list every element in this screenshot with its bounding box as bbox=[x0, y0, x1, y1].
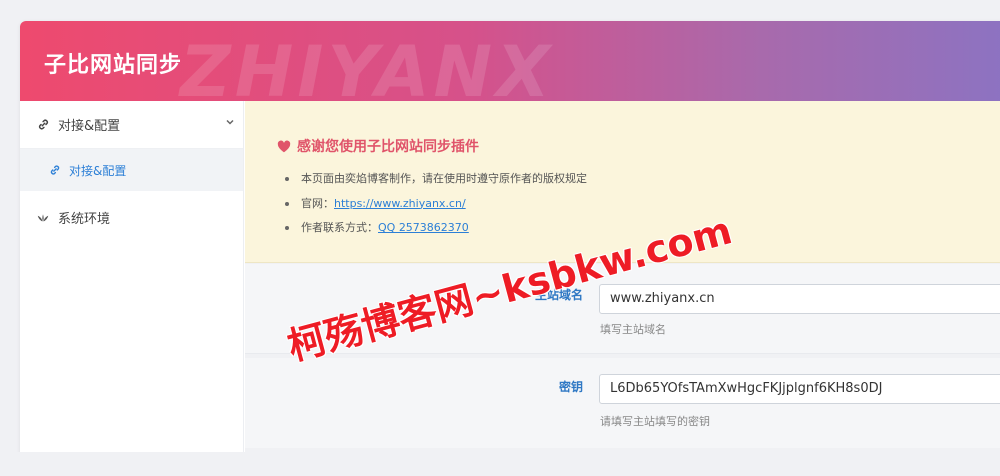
notice-list: 本页面由奕焰博客制作，请在使用时遵守原作者的版权规定 官网： https://w… bbox=[285, 171, 587, 245]
domain-hint: 填写主站域名 bbox=[600, 323, 666, 336]
plugin-panel: ZHIYANX 子比网站同步 对接&配置 对接&配置 系统环境 感谢您使用子比网… bbox=[20, 21, 1000, 461]
sidebar-item-system-env[interactable]: 系统环境 bbox=[20, 193, 243, 241]
notice-line-contact-label: 作者联系方式： bbox=[301, 221, 378, 234]
bullet-icon bbox=[285, 226, 289, 230]
secret-label: 密钥 bbox=[558, 380, 583, 394]
chevron-down-icon bbox=[225, 117, 235, 130]
notice-line-website-label: 官网： bbox=[301, 196, 334, 210]
sidebar: 对接&配置 对接&配置 系统环境 bbox=[20, 101, 244, 461]
leaf-icon bbox=[35, 209, 51, 225]
heart-icon bbox=[277, 140, 291, 153]
page-title: 子比网站同步 bbox=[44, 53, 183, 78]
header-bar: ZHIYANX 子比网站同步 bbox=[20, 21, 1000, 101]
secret-hint: 请填写主站填写的密钥 bbox=[600, 415, 710, 428]
notice-box: 感谢您使用子比网站同步插件 本页面由奕焰博客制作，请在使用时遵守原作者的版权规定… bbox=[245, 101, 1000, 263]
main-content: 感谢您使用子比网站同步插件 本页面由奕焰博客制作，请在使用时遵守原作者的版权规定… bbox=[245, 101, 1000, 461]
sidebar-subitem-label: 对接&配置 bbox=[69, 163, 127, 178]
link-icon bbox=[35, 117, 51, 133]
sidebar-item-connect-config[interactable]: 对接&配置 bbox=[20, 101, 243, 149]
qq-contact-link[interactable]: QQ 2573862370 bbox=[378, 220, 469, 236]
bullet-icon bbox=[285, 201, 289, 206]
secret-input[interactable]: L6Db65YOfsTAmXwHgcFKJjplgnf6KH8s0DJ bbox=[599, 374, 1000, 404]
notice-line-copyright: 本页面由奕焰博客制作，请在使用时遵守原作者的版权规定 bbox=[301, 172, 587, 185]
bullet-icon bbox=[285, 177, 289, 181]
sidebar-subitem-connect-config[interactable]: 对接&配置 bbox=[20, 149, 243, 191]
form-row-domain: 主站域名 www.zhiyanx.cn 填写主站域名 bbox=[245, 264, 1000, 354]
website-link[interactable]: https://www.zhiyanx.cn/ bbox=[334, 196, 466, 212]
notice-title-text: 感谢您使用子比网站同步插件 bbox=[297, 139, 479, 155]
link-icon bbox=[47, 162, 63, 178]
sidebar-item-label: 系统环境 bbox=[58, 211, 111, 227]
page-background bbox=[0, 452, 1000, 476]
header-watermark: ZHIYANX bbox=[180, 31, 555, 101]
domain-input[interactable]: www.zhiyanx.cn bbox=[599, 284, 1000, 314]
sidebar-item-label: 对接&配置 bbox=[58, 119, 121, 134]
form-row-secret: 密钥 L6Db65YOfsTAmXwHgcFKJjplgnf6KH8s0DJ 请… bbox=[245, 358, 1000, 448]
list-item: 作者联系方式： QQ 2573862370 bbox=[285, 220, 587, 245]
list-item: 官网： https://www.zhiyanx.cn/ bbox=[285, 196, 587, 221]
domain-label: 主站域名 bbox=[534, 288, 583, 302]
list-item: 本页面由奕焰博客制作，请在使用时遵守原作者的版权规定 bbox=[285, 171, 587, 196]
notice-title: 感谢您使用子比网站同步插件 bbox=[277, 136, 479, 156]
